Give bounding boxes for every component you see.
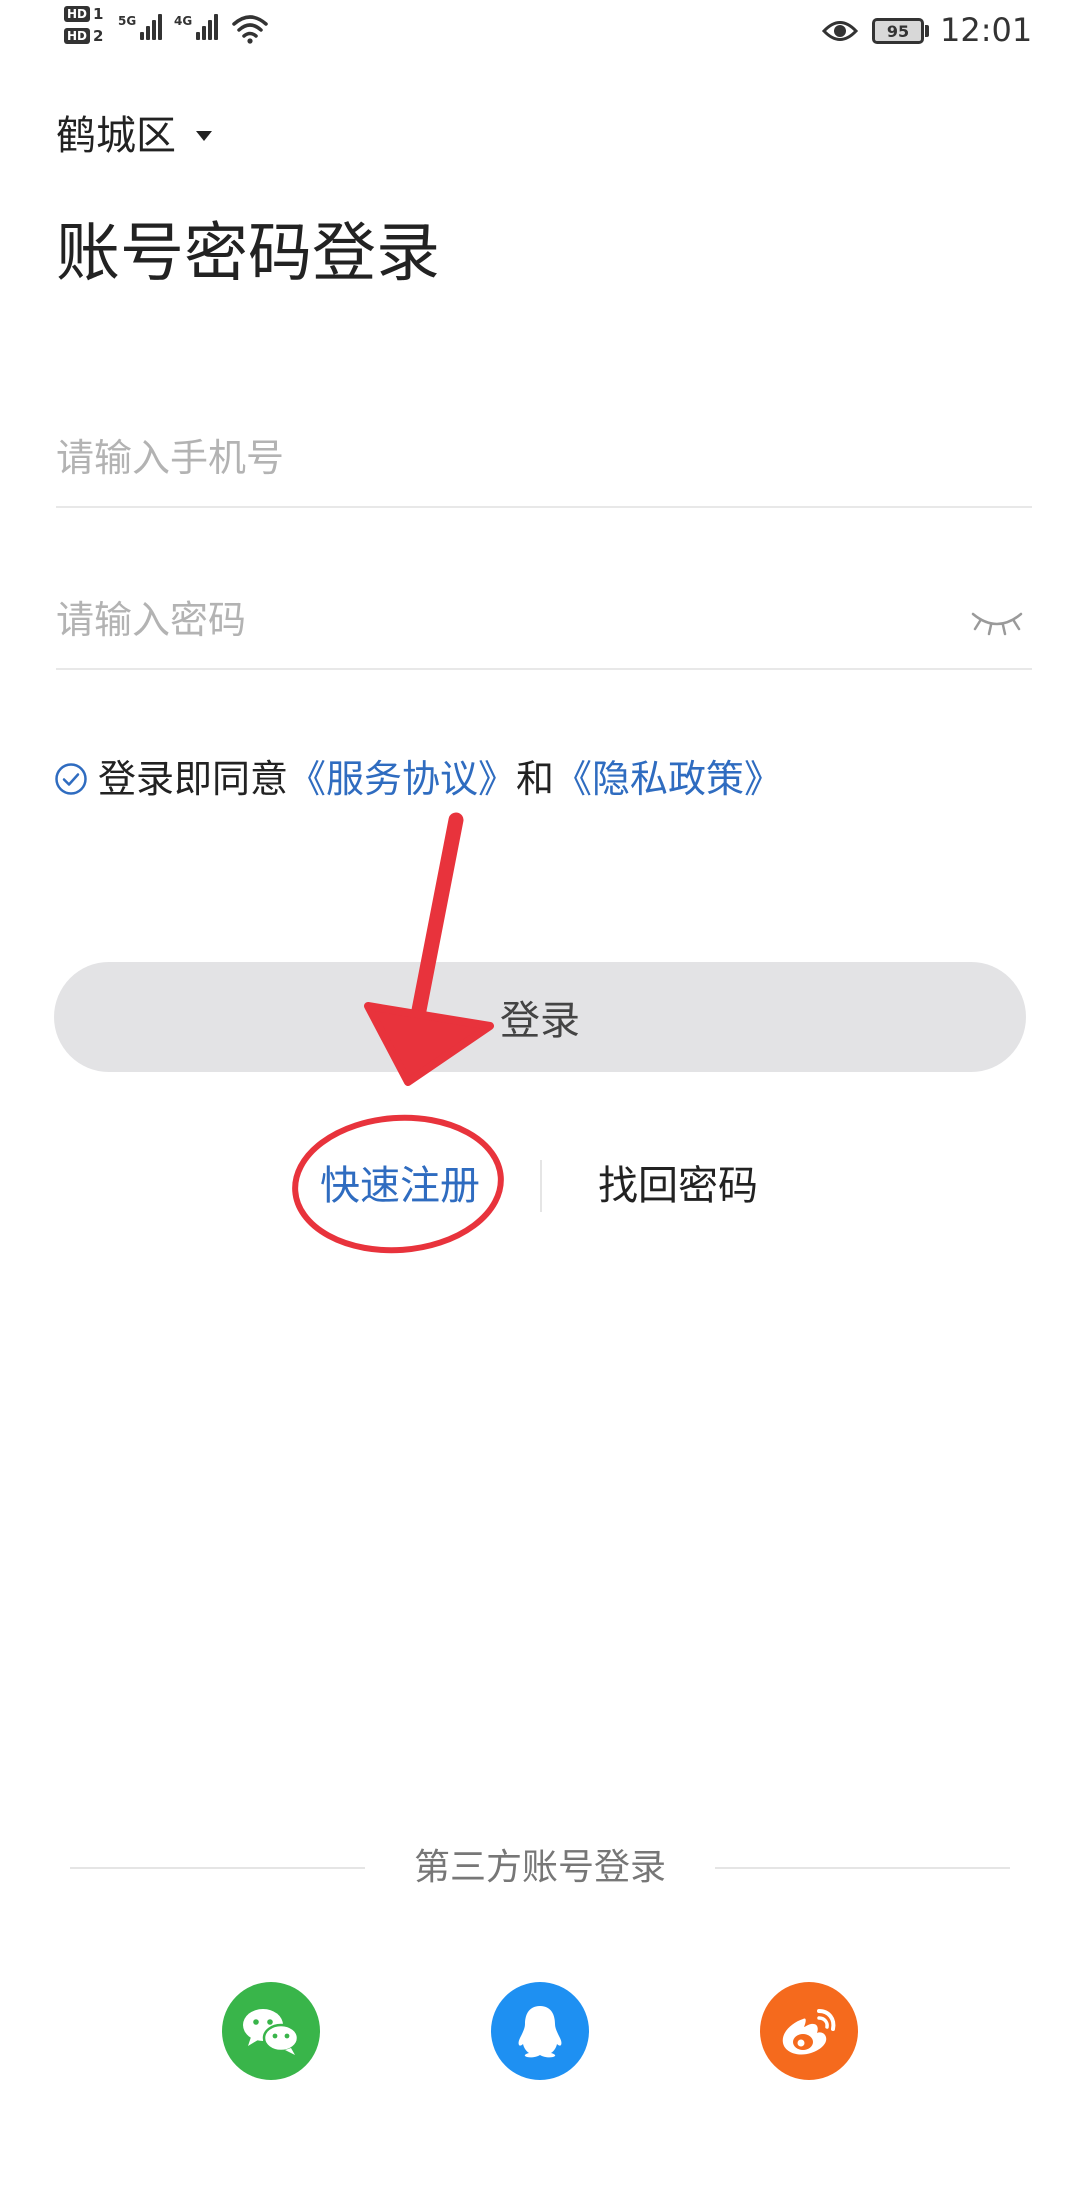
divider-line-left (70, 1867, 365, 1869)
location-name: 鹤城区 (56, 113, 176, 159)
hd-indicators: HD 1 HD 2 (64, 6, 103, 44)
phone-field (56, 418, 1032, 508)
battery-level: 95 (886, 21, 910, 41)
signal-5g-icon: 5G (118, 14, 163, 40)
weibo-icon (782, 2009, 836, 2055)
phone-input[interactable] (56, 418, 916, 498)
privacy-link[interactable]: 《隐私政策》 (554, 760, 782, 798)
hd-index: 2 (93, 26, 104, 45)
hd-badge-1: HD 1 (64, 6, 103, 22)
weibo-login-button[interactable] (760, 1982, 858, 2080)
agreement-prefix: 登录即同意 (98, 757, 289, 801)
network-type-label: 5G (118, 14, 137, 28)
divider-line-right (714, 1867, 1010, 1869)
third-party-label: 第三方账号登录 (413, 1847, 666, 1888)
qq-login-button[interactable] (491, 1982, 589, 2080)
signal-4g-icon: 4G (174, 14, 219, 40)
hd-label: HD (64, 6, 91, 22)
hd-index: 1 (93, 4, 104, 23)
battery-tip (925, 25, 929, 37)
battery-icon: 95 (872, 18, 924, 44)
login-button[interactable]: 登录 (54, 962, 1026, 1072)
wechat-icon (243, 2009, 300, 2055)
eye-closed-icon[interactable] (970, 602, 1024, 638)
caret-down-icon (196, 131, 212, 141)
agreement-row: 登录即同意 《服务协议》 和 《隐私政策》 (54, 760, 782, 798)
page-title: 账号密码登录 (56, 217, 440, 291)
location-selector[interactable]: 鹤城区 (56, 116, 212, 156)
quick-register-link[interactable]: 快速注册 (320, 1166, 480, 1206)
link-divider (540, 1160, 542, 1212)
wifi-icon (232, 15, 268, 44)
third-party-divider: 第三方账号登录 (70, 1850, 1010, 1886)
password-input[interactable] (56, 580, 916, 660)
hd-label: HD (64, 28, 91, 44)
network-type-label: 4G (174, 14, 193, 28)
eye-comfort-icon (822, 21, 858, 41)
wechat-login-button[interactable] (222, 1982, 320, 2080)
status-bar: HD 1 HD 2 5G 4G 95 12:01 (0, 0, 1080, 70)
hd-badge-2: HD 2 (64, 28, 103, 44)
recover-password-link[interactable]: 找回密码 (598, 1166, 758, 1206)
status-time: 12:01 (940, 11, 1033, 49)
terms-link[interactable]: 《服务协议》 (288, 760, 516, 798)
agreement-and: 和 (516, 757, 555, 801)
check-circle-icon[interactable] (54, 762, 88, 796)
qq-icon (518, 2006, 562, 2058)
password-field (56, 580, 1032, 670)
